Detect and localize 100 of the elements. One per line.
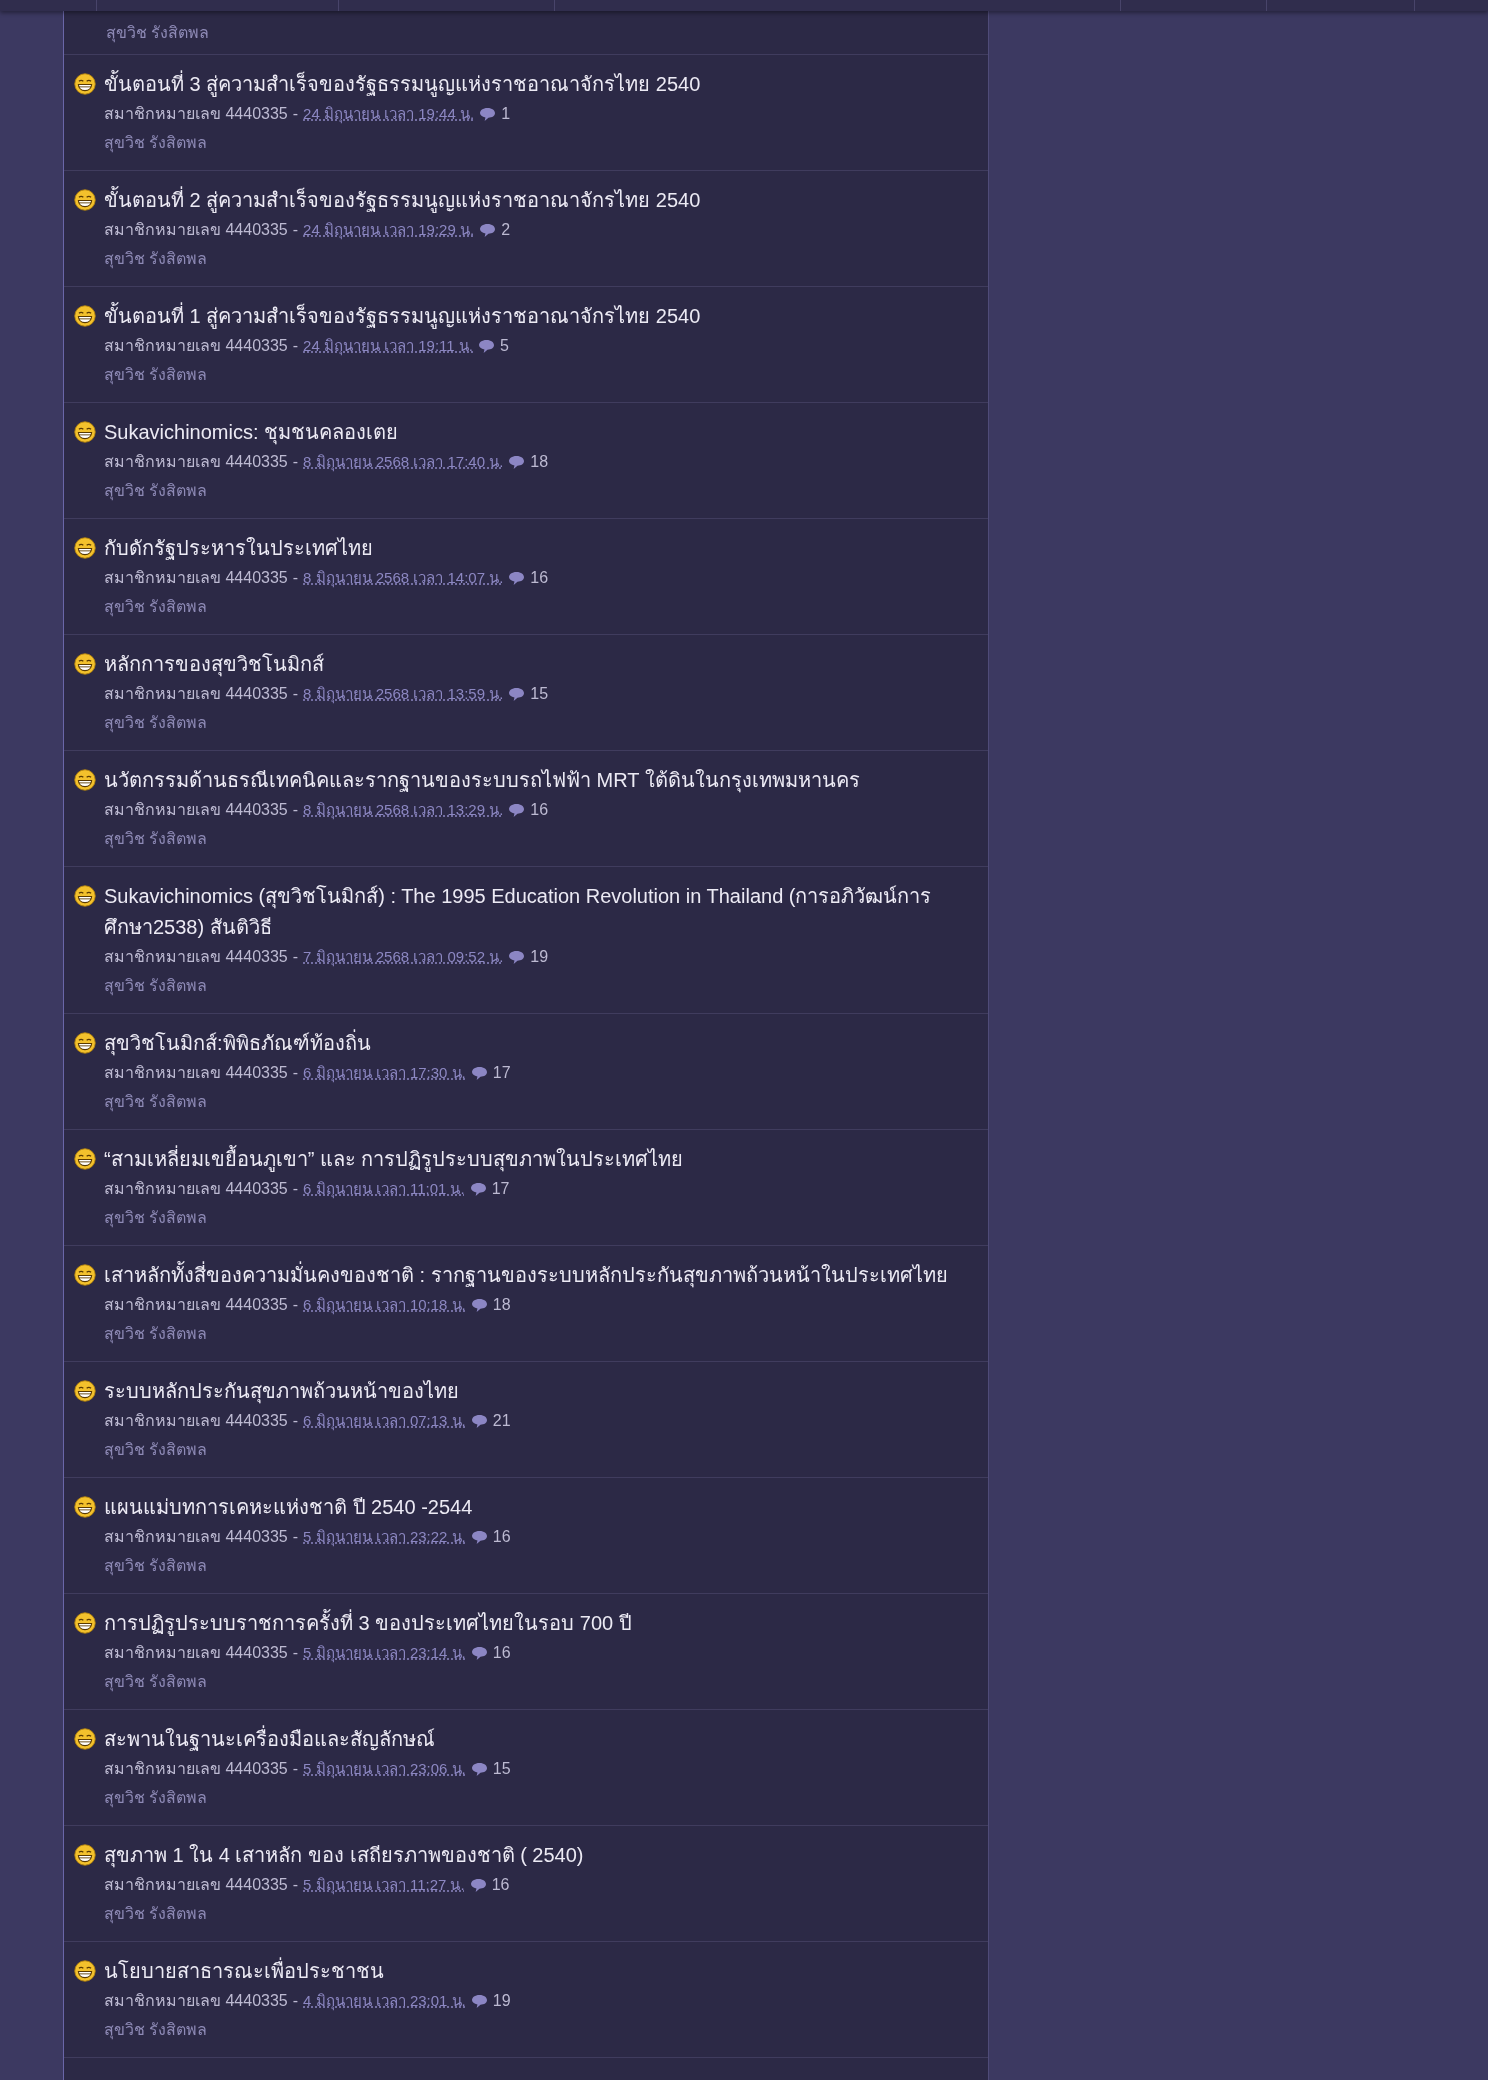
tag-link[interactable]: สุขวิช รังสิตพล	[104, 1435, 208, 1465]
topic-title-link[interactable]: ขั้นตอนที่ 1 สู่ความสำเร็จของรัฐธรรมนูญแห่งราชอาณาจักรไทย 2540	[104, 301, 701, 332]
topic-title-link[interactable]: การปฏิรูประบบราชการครั้งที่ 3 ของประเทศไทยในรอบ 700 ปี	[104, 1608, 632, 1639]
topic-title-link[interactable]: สุขวิชโนมิกส์:พิพิธภัณฑ์ท้องถิ่น	[104, 1028, 371, 1059]
grinning-face-icon	[74, 1264, 96, 1286]
author-name: สมาชิกหมายเลข 4440335	[104, 1991, 288, 2011]
comment-count: 15	[530, 684, 549, 704]
author-name: สมาชิกหมายเลข 4440335	[104, 104, 288, 124]
post-date-link[interactable]: 6 มิถุนายน เวลา 11:01 น.	[303, 1175, 465, 1203]
tag-link[interactable]: สุขวิช รังสิตพล	[104, 1203, 208, 1233]
grinning-face-icon	[74, 1844, 96, 1866]
grinning-face-icon	[74, 421, 96, 443]
post-date-link[interactable]: 5 มิถุนายน เวลา 23:22 น.	[303, 1523, 466, 1551]
topic-title-link[interactable]: กับดักรัฐประหารในประเทศไทย	[104, 533, 373, 564]
speech-bubble-icon	[479, 106, 497, 122]
author-name: สมาชิกหมายเลข 4440335	[104, 452, 288, 472]
speech-bubble-icon	[470, 1297, 488, 1313]
post-date-link[interactable]: 5 มิถุนายน เวลา 11:27 น.	[303, 1871, 465, 1899]
post-date-link[interactable]: 8 มิถุนายน 2568 เวลา 13:29 น.	[303, 796, 504, 824]
tag-link[interactable]: สุขวิช รังสิตพล	[104, 1783, 208, 1813]
post-date-link[interactable]: 5 มิถุนายน เวลา 23:06 น.	[303, 1755, 466, 1783]
author-name: สมาชิกหมายเลข 4440335	[104, 1527, 288, 1547]
comment-count: 17	[491, 1179, 510, 1199]
author-name: สมาชิกหมายเลข 4440335	[104, 220, 288, 240]
topic-title-link[interactable]: ขั้นตอนที่ 2 สู่ความสำเร็จของรัฐธรรมนูญแห่งราชอาณาจักรไทย 2540	[104, 185, 701, 216]
post-date-link[interactable]: 8 มิถุนายน 2568 เวลา 17:40 น.	[303, 448, 504, 476]
tag-link[interactable]: สุขวิช รังสิตพล	[104, 824, 208, 854]
author-name: สมาชิกหมายเลข 4440335	[104, 1759, 288, 1779]
separator-text: -	[292, 800, 299, 820]
post-date-link[interactable]: 6 มิถุนายน เวลา 10:18 น.	[303, 1291, 466, 1319]
tag-link[interactable]: สุขวิช รังสิตพล	[104, 244, 208, 274]
topic-title-link[interactable]: นโยบายสาธารณะเพื่อประชาชน	[104, 1956, 384, 1987]
grinning-face-icon	[74, 73, 96, 95]
tag-link[interactable]: สุขวิช รังสิตพล	[104, 1667, 208, 1697]
grinning-face-icon	[74, 769, 96, 791]
speech-bubble-icon	[470, 1413, 488, 1429]
author-name: สมาชิกหมายเลข 4440335	[104, 684, 288, 704]
speech-bubble-icon	[470, 1529, 488, 1545]
speech-bubble-icon	[470, 1065, 488, 1081]
tag-link[interactable]: สุขวิช รังสิตพล	[104, 592, 208, 622]
speech-bubble-icon	[479, 222, 497, 238]
comment-count: 16	[530, 568, 549, 588]
topic-title-link[interactable]: สุขภาพ 1 ใน 4 เสาหลัก ของ เสถียรภาพของชาติ ( 2540)	[104, 1840, 584, 1871]
tag-link[interactable]: สุขวิช รังสิตพล	[104, 128, 208, 158]
grinning-face-icon	[74, 1960, 96, 1982]
post-date-link[interactable]: 8 มิถุนายน 2568 เวลา 13:59 น.	[303, 680, 504, 708]
tag-link[interactable]: สุขวิช รังสิตพล	[104, 1319, 208, 1349]
topic-title-link[interactable]: นวัตกรรมด้านธรณีเทคนิคและรากฐานของระบบรถไฟฟ้า MRT ใต้ดินในกรุงเทพมหานคร	[104, 765, 860, 796]
post-date-link[interactable]: 8 มิถุนายน 2568 เวลา 14:07 น.	[303, 564, 504, 592]
post-date-link[interactable]: 24 มิถุนายน เวลา 19:11 น.	[303, 332, 473, 360]
post-date-link[interactable]: 24 มิถุนายน เวลา 19:29 น.	[303, 216, 475, 244]
separator-text: -	[292, 1295, 299, 1315]
post-date-link[interactable]: 5 มิถุนายน เวลา 23:14 น.	[303, 1639, 466, 1667]
grinning-face-icon	[74, 1148, 96, 1170]
separator-text: -	[292, 1179, 299, 1199]
separator-text: -	[292, 684, 299, 704]
separator-text: -	[292, 104, 299, 124]
author-name: สมาชิกหมายเลข 4440335	[104, 336, 288, 356]
speech-bubble-icon	[470, 1761, 488, 1777]
separator-text: -	[292, 1411, 299, 1431]
tag-link[interactable]: สุขวิช รังสิตพล	[104, 708, 208, 738]
comment-count: 16	[492, 1527, 511, 1547]
tag-link[interactable]: สุขวิช รังสิตพล	[104, 476, 208, 506]
tag-link[interactable]: สุขวิช รังสิตพล	[104, 2015, 208, 2045]
topic-title-link[interactable]: ขั้นตอนที่ 3 สู่ความสำเร็จของรัฐธรรมนูญแห่งราชอาณาจักรไทย 2540	[104, 69, 701, 100]
author-name: สมาชิกหมายเลข 4440335	[104, 1875, 288, 1895]
tag-link[interactable]: สุขวิช รังสิตพล	[106, 18, 210, 48]
post-date-link[interactable]: 4 มิถุนายน เวลา 23:01 น.	[303, 1987, 466, 2015]
author-name: สมาชิกหมายเลข 4440335	[104, 1411, 288, 1431]
topic-title-link[interactable]: Sukavichinomics (สุขวิชโนมิกส์) : The 1995 Education Revolution in Thailand (การอภิวัฒน์การศึกษา2538) สันติวิธี	[104, 881, 978, 943]
topic-title-link[interactable]: ระบบหลักประกันสุขภาพถ้วนหน้าของไทย	[104, 1376, 459, 1407]
post-date-link[interactable]: 6 มิถุนายน เวลา 07:13 น.	[303, 1407, 466, 1435]
tag-link[interactable]: สุขวิช รังสิตพล	[104, 1899, 208, 1929]
tag-link[interactable]: สุขวิช รังสิตพล	[104, 1551, 208, 1581]
topic-title-link[interactable]: หลักการของสุขวิชโนมิกส์	[104, 649, 324, 680]
tag-link[interactable]: สุขวิช รังสิตพล	[104, 360, 208, 390]
separator-text: -	[292, 452, 299, 472]
separator-text: -	[292, 1991, 299, 2011]
tag-link[interactable]: สุขวิช รังสิตพล	[104, 1087, 208, 1117]
post-date-link[interactable]: 7 มิถุนายน 2568 เวลา 09:52 น.	[303, 943, 504, 971]
post-date-link[interactable]: 6 มิถุนายน เวลา 17:30 น.	[303, 1059, 466, 1087]
speech-bubble-icon	[508, 570, 526, 586]
topic-title-link[interactable]: “สามเหลี่ยมเขยื้อนภูเขา” และ การปฏิรูประบบสุขภาพในประเทศไทย	[104, 1144, 684, 1175]
author-name: สมาชิกหมายเลข 4440335	[104, 568, 288, 588]
topic-title-link[interactable]: เสาหลักทั้งสี่ของความมั่นคงของชาติ : รากฐานของระบบหลักประกันสุขภาพถ้วนหน้าในประเทศไทย	[104, 1260, 948, 1291]
separator-text: -	[292, 336, 299, 356]
post-date-link[interactable]: 24 มิถุนายน เวลา 19:44 น.	[303, 100, 475, 128]
speech-bubble-icon	[508, 454, 526, 470]
comment-count: 19	[492, 1991, 511, 2011]
comment-count: 17	[492, 1063, 511, 1083]
comment-count: 16	[491, 1875, 510, 1895]
topic-title-link[interactable]: สะพานในฐานะเครื่องมือและสัญลักษณ์	[104, 1724, 435, 1755]
author-name: สมาชิกหมายเลข 4440335	[104, 947, 288, 967]
separator-text: -	[292, 1527, 299, 1547]
grinning-face-icon	[74, 1728, 96, 1750]
tag-link[interactable]: สุขวิช รังสิตพล	[104, 971, 208, 1001]
topic-title-link[interactable]: Sukavichinomics: ชุมชนคลองเตย	[104, 417, 399, 448]
author-name: สมาชิกหมายเลข 4440335	[104, 1295, 288, 1315]
comment-count: 15	[492, 1759, 511, 1779]
topic-title-link[interactable]: แผนแม่บทการเคหะแห่งชาติ ปี 2540 -2544	[104, 1492, 473, 1523]
